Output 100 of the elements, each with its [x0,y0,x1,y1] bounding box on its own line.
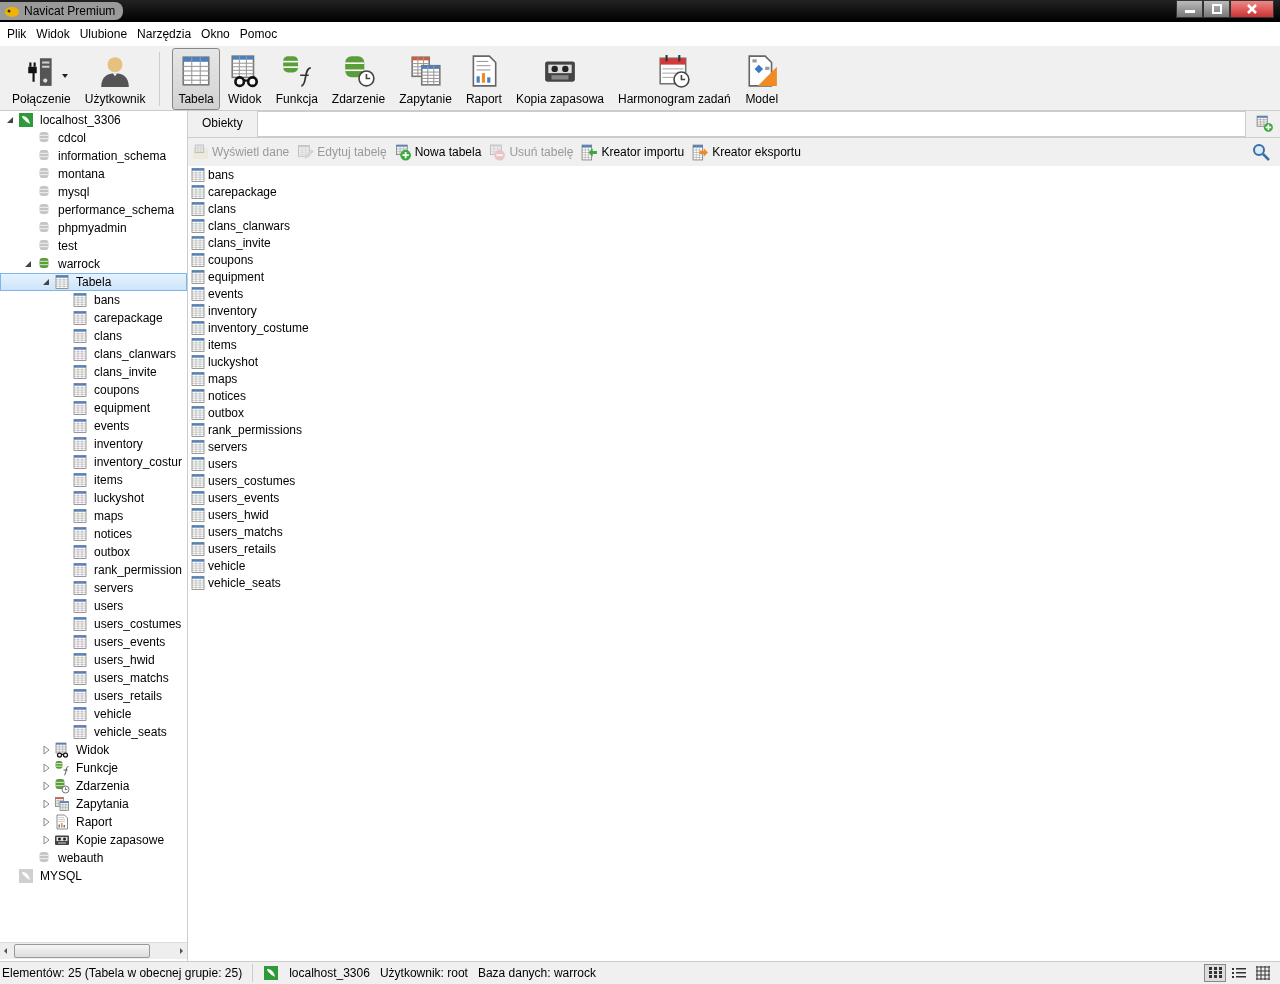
object-item[interactable]: users [190,455,1278,472]
action-button[interactable]: Nowa tabela [394,143,482,161]
tree-item[interactable]: MYSQL [0,867,187,885]
tree-item[interactable]: inventory_costur [0,453,187,471]
object-item[interactable]: vehicle [190,557,1278,574]
tree-item[interactable]: Widok [0,741,187,759]
toolbar-button[interactable]: Harmonogram zadań [612,48,737,110]
object-item[interactable]: coupons [190,251,1278,268]
tree-item[interactable]: coupons [0,381,187,399]
expand-arrow-icon[interactable] [40,834,52,846]
object-item[interactable]: users_events [190,489,1278,506]
object-item[interactable]: carepackage [190,183,1278,200]
object-item[interactable]: clans_clanwars [190,217,1278,234]
object-item[interactable]: maps [190,370,1278,387]
menu-item[interactable]: Plik [2,27,32,41]
close-button[interactable] [1230,0,1274,18]
tree-item[interactable]: outbox [0,543,187,561]
tree-item[interactable]: warrock [0,255,187,273]
tree-item[interactable]: phpmyadmin [0,219,187,237]
object-item[interactable]: rank_permissions [190,421,1278,438]
menu-item[interactable]: Ulubione [74,27,133,41]
action-button[interactable]: Kreator importu [581,143,685,161]
toolbar-button[interactable]: Połączenie [6,48,77,110]
menu-item[interactable]: Narzędzia [132,27,197,41]
tree-item[interactable]: maps [0,507,187,525]
tree-item[interactable]: events [0,417,187,435]
object-item[interactable]: equipment [190,268,1278,285]
tree-item[interactable]: information_schema [0,147,187,165]
toolbar-button[interactable]: Model [738,48,785,110]
tree-item[interactable]: Kopie zapasowe [0,831,187,849]
caret-icon[interactable] [62,74,69,78]
tree-item[interactable]: Raport [0,813,187,831]
tree-item[interactable]: users_costumes [0,615,187,633]
action-button[interactable]: Kreator eksportu [692,143,801,161]
menu-item[interactable]: Widok [31,27,75,41]
tree-item[interactable]: users_hwid [0,651,187,669]
object-item[interactable]: inventory [190,302,1278,319]
view-mode-button[interactable] [1204,964,1226,982]
tree-item[interactable]: rank_permission [0,561,187,579]
expand-arrow-icon[interactable] [40,780,52,792]
expand-arrow-icon[interactable] [40,744,52,756]
tree-item[interactable]: clans_invite [0,363,187,381]
tree-item[interactable]: Tabela [0,273,187,291]
tree-item[interactable]: test [0,237,187,255]
toolbar-button[interactable]: Widok [221,48,268,110]
expand-arrow-icon[interactable] [40,798,52,810]
object-item[interactable]: users_matchs [190,523,1278,540]
object-item[interactable]: items [190,336,1278,353]
tree-item[interactable]: inventory [0,435,187,453]
tree-item[interactable]: users_events [0,633,187,651]
tree-item[interactable]: mysql [0,183,187,201]
object-item[interactable]: clans_invite [190,234,1278,251]
object-item[interactable]: users_retails [190,540,1278,557]
object-item[interactable]: luckyshot [190,353,1278,370]
tree-item[interactable]: Zapytania [0,795,187,813]
tree-item[interactable]: Funkcje [0,759,187,777]
tree-item[interactable]: users [0,597,187,615]
tree-item[interactable]: localhost_3306 [0,111,187,129]
object-item[interactable]: servers [190,438,1278,455]
maximize-button[interactable] [1203,0,1230,18]
tree-item[interactable]: clans [0,327,187,345]
expand-arrow-icon[interactable] [40,762,52,774]
tree-item[interactable]: clans_clanwars [0,345,187,363]
tree-item[interactable]: bans [0,291,187,309]
tree-item[interactable]: webauth [0,849,187,867]
tree-item[interactable]: montana [0,165,187,183]
object-item[interactable]: events [190,285,1278,302]
tree-item[interactable]: items [0,471,187,489]
object-item[interactable]: outbox [190,404,1278,421]
tree-item[interactable]: cdcol [0,129,187,147]
tree-item[interactable]: Zdarzenia [0,777,187,795]
tree-item[interactable]: servers [0,579,187,597]
object-item[interactable]: bans [190,166,1278,183]
tree-item[interactable]: luckyshot [0,489,187,507]
tree-item[interactable]: vehicle_seats [0,723,187,741]
expand-arrow-icon[interactable] [40,816,52,828]
toolbar-button[interactable]: Użytkownik [78,48,152,110]
tree-item[interactable]: notices [0,525,187,543]
object-item[interactable]: users_hwid [190,506,1278,523]
object-item[interactable]: clans [190,200,1278,217]
toolbar-button[interactable]: Funkcja [269,48,324,110]
tree-item[interactable]: vehicle [0,705,187,723]
tree-item[interactable]: users_retails [0,687,187,705]
object-item[interactable]: notices [190,387,1278,404]
object-item[interactable]: inventory_costume [190,319,1278,336]
horizontal-scrollbar[interactable] [0,942,187,959]
toolbar-button[interactable]: Zapytanie [393,48,458,110]
tree-item[interactable]: performance_schema [0,201,187,219]
toolbar-button[interactable]: Zdarzenie [325,48,392,110]
object-item[interactable]: vehicle_seats [190,574,1278,591]
tree-item[interactable]: users_matchs [0,669,187,687]
tree-item[interactable]: equipment [0,399,187,417]
minimize-button[interactable] [1176,0,1203,18]
toolbar-button[interactable]: Tabela [172,48,220,110]
tree-item[interactable]: carepackage [0,309,187,327]
toolbar-button[interactable]: Raport [459,48,508,110]
menu-item[interactable]: Okno [196,27,235,41]
menu-item[interactable]: Pomoc [234,27,283,41]
toolbar-button[interactable]: Kopia zapasowa [509,48,610,110]
object-item[interactable]: users_costumes [190,472,1278,489]
